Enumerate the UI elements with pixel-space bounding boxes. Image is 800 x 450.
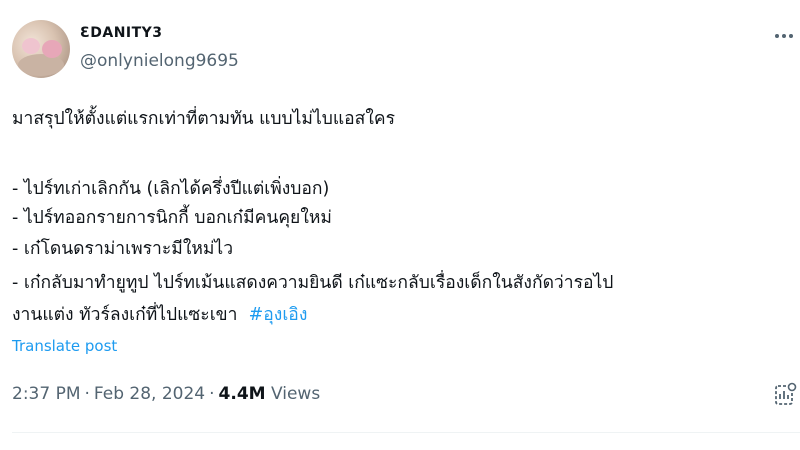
post-analytics-icon[interactable] bbox=[772, 380, 798, 408]
post-card: ƐDANITY3 @onlynielong9695 มาสรุปให้ตั้งแ… bbox=[0, 0, 800, 450]
post-text-line-content: งานแต่ง ทัวร์ลงเก๋ที่ไปแซะเขา bbox=[12, 305, 238, 325]
separator: · bbox=[84, 384, 90, 404]
divider bbox=[12, 432, 800, 433]
post-date[interactable]: Feb 28, 2024 bbox=[94, 384, 205, 404]
hashtag-link[interactable]: #อุงเอิง bbox=[249, 305, 308, 325]
more-options-icon[interactable] bbox=[770, 22, 798, 50]
post-text-line: - เก๋โดนดราม่าเพราะมีใหม่ไว bbox=[12, 239, 234, 259]
display-name[interactable]: ƐDANITY3 bbox=[80, 25, 163, 41]
post-metadata: 2:37 PM · Feb 28, 2024 · 4.4M Views bbox=[12, 384, 320, 404]
translate-post-link[interactable]: Translate post bbox=[12, 337, 117, 355]
separator: · bbox=[209, 384, 215, 404]
post-text-line: มาสรุปให้ตั้งแต่แรกเท่าที่ตามทัน แบบไม่ไ… bbox=[12, 109, 395, 129]
post-text-line: งานแต่ง ทัวร์ลงเก๋ที่ไปแซะเขา #อุงเอิง bbox=[12, 300, 307, 328]
views-count: 4.4M bbox=[218, 384, 266, 404]
user-handle[interactable]: @onlynielong9695 bbox=[80, 51, 239, 71]
avatar[interactable] bbox=[12, 20, 70, 78]
post-time[interactable]: 2:37 PM bbox=[12, 384, 81, 404]
views-label: Views bbox=[270, 384, 321, 404]
post-text-line: - เก๋กลับมาทำยูทูป ไปร์ทเม้นแสดงความยินด… bbox=[12, 273, 614, 293]
post-text-line: - ไปร์ทเก่าเลิกกัน (เลิกได้ครึ่งปีแต่เพิ… bbox=[12, 179, 330, 199]
post-text-line: - ไปร์ทออกรายการนิกกี้ บอกเก๋มีคนคุยใหม่ bbox=[12, 208, 332, 228]
